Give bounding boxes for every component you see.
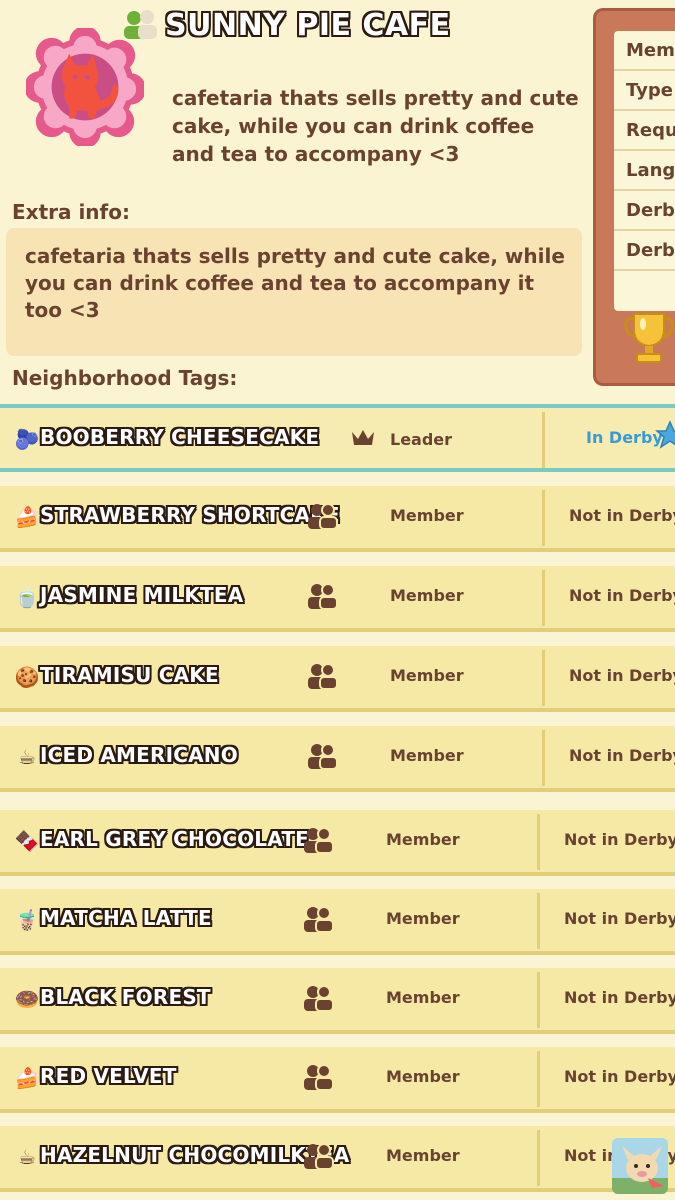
member-row[interactable]: ☕ HAZELNUT CHOCOMILKTEA Member Not in De… xyxy=(0,1124,675,1192)
member-emoji-icon: 🧋 xyxy=(14,908,40,932)
member-emoji-icon: 🍫 xyxy=(14,829,40,853)
member-role: Member xyxy=(390,586,464,605)
member-emoji-icon: 🫐 xyxy=(14,427,40,451)
row-divider xyxy=(542,650,545,706)
list-separator xyxy=(0,796,675,800)
member-name[interactable]: STRAWBERRY SHORTCAKE xyxy=(40,503,340,527)
member-people-icon xyxy=(304,1064,334,1091)
animal-avatar-icon xyxy=(612,1138,668,1194)
member-role: Member xyxy=(386,909,460,928)
member-people-icon xyxy=(304,827,334,854)
member-emoji-icon: 🍩 xyxy=(14,987,40,1011)
member-name[interactable]: ICED AMERICANO xyxy=(40,743,238,767)
member-name[interactable]: BLACK FOREST xyxy=(40,985,211,1009)
info-row-members: Mem xyxy=(614,31,675,71)
member-people-icon xyxy=(304,906,334,933)
member-role: Member xyxy=(390,746,464,765)
info-row-requirement: Requ xyxy=(614,111,675,151)
member-role: Member xyxy=(390,666,464,685)
member-role: Leader xyxy=(390,430,453,449)
member-name[interactable]: TIRAMISU CAKE xyxy=(40,663,219,687)
member-emoji-icon: 🍰 xyxy=(14,505,40,529)
info-row-derby-2: Derb xyxy=(614,231,675,271)
member-emoji-icon: ☕ xyxy=(18,1145,36,1169)
neighborhood-badge-icon xyxy=(26,28,144,146)
member-people-icon xyxy=(304,985,334,1012)
member-role: Member xyxy=(386,1067,460,1086)
member-people-icon xyxy=(308,503,338,530)
info-row-type: Type xyxy=(614,71,675,111)
member-row[interactable]: 🍵 JASMINE MILKTEA Member Not in Derby xyxy=(0,564,675,632)
member-role: Member xyxy=(386,830,460,849)
extra-info-text: cafetaria thats sells pretty and cute ca… xyxy=(25,244,565,322)
star-icon xyxy=(655,420,675,449)
member-derby-status: Not in Derby xyxy=(564,909,675,928)
member-people-icon xyxy=(308,743,338,770)
info-row-language: Lang xyxy=(614,151,675,191)
member-count-icon xyxy=(124,10,157,39)
member-name[interactable]: BOOBERRY CHEESECAKE xyxy=(40,425,319,449)
member-people-icon xyxy=(308,583,338,610)
member-name[interactable]: JASMINE MILKTEA xyxy=(40,583,243,607)
member-row[interactable]: 🧋 MATCHA LATTE Member Not in Derby xyxy=(0,887,675,955)
row-divider xyxy=(537,972,540,1028)
member-derby-status: Not in Derby xyxy=(564,988,675,1007)
neighborhood-name: SUNNY PIE CAFE xyxy=(165,8,451,43)
row-divider xyxy=(542,570,545,626)
member-row[interactable]: 🍩 BLACK FOREST Member Not in Derby xyxy=(0,966,675,1034)
member-emoji-icon: ☕ xyxy=(18,745,36,769)
member-derby-status: In Derby xyxy=(586,428,663,447)
member-derby-status: Not in Derby xyxy=(569,746,675,765)
member-name[interactable]: EARL GREY CHOCOLATE xyxy=(40,827,309,851)
member-name[interactable]: RED VELVET xyxy=(40,1064,177,1088)
row-divider xyxy=(542,490,545,546)
member-people-icon xyxy=(308,663,338,690)
member-name[interactable]: MATCHA LATTE xyxy=(40,906,212,930)
row-divider xyxy=(537,893,540,949)
member-role: Member xyxy=(386,988,460,1007)
crown-icon xyxy=(352,430,374,445)
avatar[interactable] xyxy=(612,1138,668,1194)
info-row-derby: Derb xyxy=(614,191,675,231)
member-row[interactable]: 🍰 STRAWBERRY SHORTCAKE Member Not in Der… xyxy=(0,484,675,552)
member-people-icon xyxy=(304,1143,334,1170)
member-derby-status: Not in Derby xyxy=(569,506,675,525)
member-row[interactable]: 🍪 TIRAMISU CAKE Member Not in Derby xyxy=(0,644,675,712)
row-divider xyxy=(537,1051,540,1107)
member-role: Member xyxy=(390,506,464,525)
neighborhood-description: cafetaria thats sells pretty and cute ca… xyxy=(172,86,579,166)
member-row[interactable]: 🍫 EARL GREY CHOCOLATE Member Not in Derb… xyxy=(0,808,675,876)
member-emoji-icon: 🍪 xyxy=(14,665,40,689)
member-row[interactable]: ☕ ICED AMERICANO Member Not in Derby xyxy=(0,724,675,792)
member-emoji-icon: 🍰 xyxy=(14,1066,40,1090)
row-divider xyxy=(542,730,545,786)
row-divider xyxy=(542,412,545,468)
member-derby-status: Not in Derby xyxy=(564,830,675,849)
member-derby-status: Not in Derby xyxy=(569,666,675,685)
row-divider xyxy=(537,814,540,870)
trophy-icon[interactable] xyxy=(622,308,675,368)
neighborhood-tags-label: Neighborhood Tags: xyxy=(12,366,238,390)
info-panel-list: Mem Type Requ Lang Derb Derb xyxy=(614,31,675,311)
member-emoji-icon: 🍵 xyxy=(14,585,40,609)
extra-info-label: Extra info: xyxy=(12,200,130,224)
row-divider xyxy=(537,1130,540,1186)
member-derby-status: Not in Derby xyxy=(564,1067,675,1086)
member-row[interactable]: 🍰 RED VELVET Member Not in Derby xyxy=(0,1045,675,1113)
member-derby-status: Not in Derby xyxy=(569,586,675,605)
member-role: Member xyxy=(386,1146,460,1165)
member-row[interactable]: 🫐 BOOBERRY CHEESECAKE Leader In Derby xyxy=(0,404,675,472)
